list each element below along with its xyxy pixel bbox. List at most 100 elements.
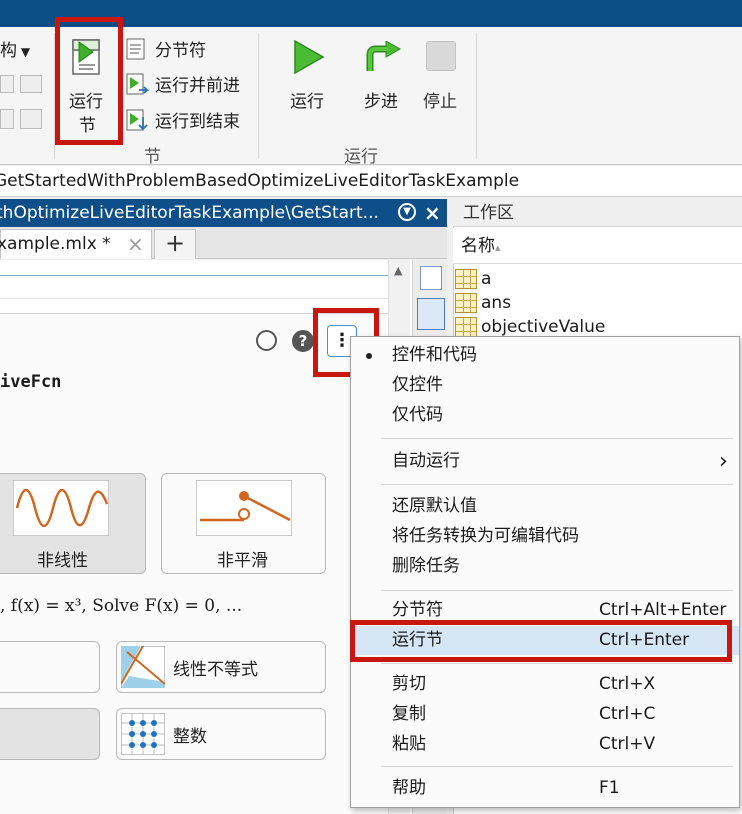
workspace-name-column-header[interactable]: 名称▴ (453, 228, 742, 264)
workspace-variable[interactable]: a (455, 267, 491, 291)
nonlinear-label: 非线性 (37, 551, 88, 571)
run-and-advance-label: 运行并前进 (155, 76, 240, 96)
run-and-advance-icon (126, 73, 149, 95)
constraint-type-integer[interactable]: 整数 (116, 708, 326, 760)
matrix-icon (455, 293, 477, 313)
submenu-arrow-icon: › (719, 449, 728, 474)
name-column-label: 名称 (461, 236, 495, 256)
run-to-end-label: 运行到结束 (155, 112, 240, 132)
menu-item-label: 删除任务 (392, 556, 460, 576)
step-icon (366, 41, 402, 71)
menu-item-cut[interactable]: 剪切 Ctrl+X (351, 670, 739, 699)
document-tab[interactable]: xample.mlx * × (0, 229, 152, 259)
partial-icon-3[interactable] (0, 109, 14, 129)
separator (476, 33, 477, 159)
objective-function-name: iveFcn (0, 372, 62, 392)
task-type-nonlinear[interactable]: 非线性 (0, 473, 146, 574)
integer-grid-icon (121, 713, 165, 755)
menu-item-controls-and-code[interactable]: 控件和代码 (351, 341, 739, 370)
selected-bullet-icon (366, 353, 372, 359)
menu-item-label: 还原默认值 (392, 496, 477, 516)
menu-separator (381, 766, 733, 767)
separator (258, 33, 259, 159)
variable-name: a (481, 269, 492, 289)
constraint-type-linear-inequality[interactable]: 线性不等式 (116, 641, 326, 693)
sort-ascending-icon: ▴ (495, 241, 501, 254)
current-folder-path[interactable]: GetStartedWithProblemBasedOptimizeLiveEd… (0, 166, 742, 197)
partial-icon-2[interactable] (20, 75, 42, 93)
menu-item-convert-to-code[interactable]: 将任务转换为可编辑代码 (351, 522, 739, 551)
constraint-type-partial-1[interactable] (0, 641, 100, 693)
run-button[interactable]: 运行 (285, 37, 333, 117)
matrix-icon (455, 317, 477, 337)
matrix-icon (455, 269, 477, 289)
help-icon[interactable]: ? (292, 330, 314, 352)
run-and-advance-button[interactable]: 运行并前进 (125, 71, 250, 97)
annotation-highlight-box (350, 620, 732, 662)
menu-item-label: 复制 (392, 704, 426, 724)
partial-icon-1[interactable] (0, 75, 14, 93)
annotation-highlight-box (55, 17, 123, 145)
collapse-circle-icon[interactable] (256, 330, 277, 351)
step-button[interactable]: 步进 (360, 37, 408, 117)
scroll-up-icon[interactable]: ▲ (394, 264, 402, 277)
output-right-icon[interactable] (417, 298, 445, 330)
run-group-label: 运行 (344, 147, 378, 167)
menu-item-shortcut: Ctrl+V (599, 734, 656, 754)
menu-item-restore-defaults[interactable]: 还原默认值 (351, 492, 739, 521)
menu-item-delete-task[interactable]: 删除任务 (351, 552, 739, 581)
menu-item-code-only[interactable]: 仅代码 (351, 401, 739, 430)
divider (0, 298, 388, 299)
partial-icon-4[interactable] (20, 109, 42, 129)
task-type-nonsmooth[interactable]: 非平滑 (161, 473, 326, 574)
section-break-label: 分节符 (155, 41, 206, 61)
workspace-title: 工作区 (453, 199, 742, 227)
constraint-type-partial-2[interactable] (0, 708, 100, 760)
menu-item-paste[interactable]: 粘贴 Ctrl+V (351, 730, 739, 759)
run-icon (294, 39, 325, 75)
run-label: 运行 (290, 92, 324, 112)
menu-separator (381, 484, 733, 485)
linear-inequality-label: 线性不等式 (173, 660, 258, 680)
new-tab-button[interactable]: + (154, 229, 196, 259)
menu-item-label: 将任务转换为可编辑代码 (392, 526, 579, 546)
integer-label: 整数 (173, 727, 207, 747)
partial-dropdown-label[interactable]: 构 ▼ (0, 36, 30, 61)
editor-title-text: thOptimizeLiveEditorTaskExample\GetStart… (0, 203, 379, 223)
step-label: 步进 (364, 92, 398, 112)
close-icon[interactable]: × (424, 199, 441, 227)
task-options-context-menu: 控件和代码 仅控件 仅代码 自动运行 › 还原默认值 将任务转换为可编辑代码 删… (350, 336, 740, 808)
menu-item-autorun[interactable]: 自动运行 › (351, 447, 739, 476)
menu-item-shortcut: F1 (599, 778, 620, 798)
path-text: GetStartedWithProblemBasedOptimizeLiveEd… (0, 171, 520, 191)
toolstrip: 构 ▼ 运行 节 分节符 运行并前进 运行到结束 节 运行 步进 停止 运行 (0, 17, 742, 167)
stop-button: 停止 (420, 37, 468, 117)
section-break-button[interactable]: 分节符 (125, 36, 245, 62)
menu-item-help[interactable]: 帮助 F1 (351, 774, 739, 803)
menu-item-controls-only[interactable]: 仅控件 (351, 371, 739, 400)
run-to-end-button[interactable]: 运行到结束 (125, 107, 250, 133)
section-break-icon (126, 38, 145, 60)
menu-item-label: 剪切 (392, 674, 426, 694)
menu-item-shortcut: Ctrl+C (599, 704, 656, 724)
variable-name: ans (481, 293, 512, 313)
menu-item-copy[interactable]: 复制 Ctrl+C (351, 700, 739, 729)
stop-icon (426, 41, 456, 71)
menu-item-label: 仅控件 (392, 375, 443, 395)
nonsmooth-label: 非平滑 (217, 551, 268, 571)
menu-item-label: 粘贴 (392, 734, 426, 754)
chevron-down-icon[interactable]: ▼ (398, 203, 416, 221)
editor-title-bar: thOptimizeLiveEditorTaskExample\GetStart… (0, 199, 447, 227)
stop-label: 停止 (423, 92, 457, 112)
section-group-label: 节 (144, 147, 161, 167)
menu-separator (381, 438, 733, 439)
menu-item-label: 自动运行 (392, 451, 460, 471)
tab-close-icon[interactable]: × (127, 230, 144, 258)
linear-inequality-icon (121, 646, 165, 688)
nonsmooth-plot-icon (196, 480, 292, 536)
nonlinear-plot-icon (13, 480, 109, 536)
workspace-variable[interactable]: ans (455, 291, 511, 315)
run-to-end-icon (126, 109, 148, 131)
output-inline-icon[interactable] (420, 266, 442, 290)
menu-item-label: 控件和代码 (392, 345, 477, 365)
